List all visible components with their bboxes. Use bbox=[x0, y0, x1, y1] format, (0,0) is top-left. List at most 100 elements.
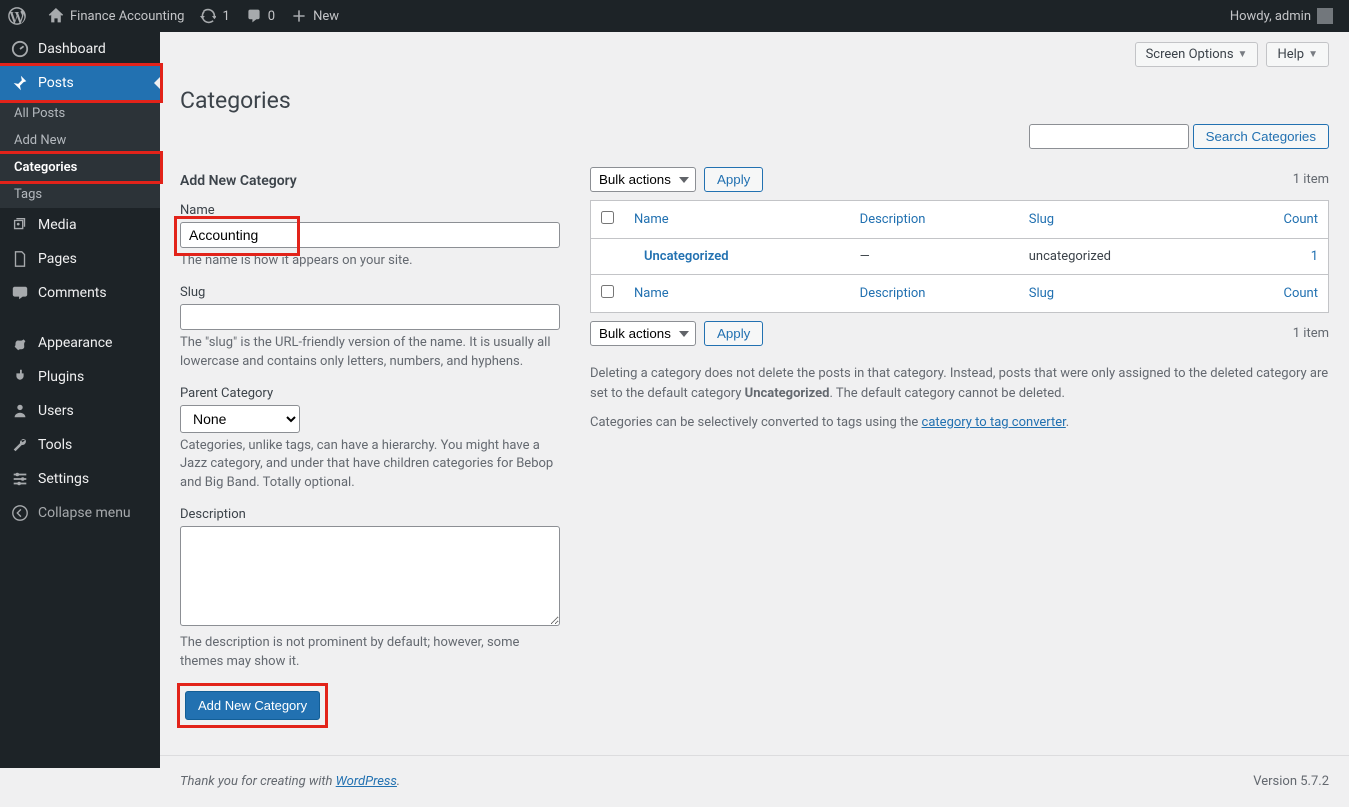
field-parent: Parent Category None Categories, unlike … bbox=[180, 386, 560, 494]
item-count-bottom: 1 item bbox=[1293, 326, 1329, 341]
menu-label: Comments bbox=[38, 285, 107, 301]
dashboard-icon bbox=[10, 40, 30, 58]
submenu-categories[interactable]: Categories bbox=[0, 154, 160, 181]
menu-label: Collapse menu bbox=[38, 505, 131, 521]
site-link[interactable]: Finance Accounting bbox=[40, 0, 192, 32]
name-input[interactable] bbox=[180, 222, 560, 248]
new-label: New bbox=[313, 9, 339, 24]
sidebar-item-appearance[interactable]: Appearance bbox=[0, 326, 160, 360]
search-input[interactable] bbox=[1029, 124, 1189, 149]
menu-label: Users bbox=[38, 403, 74, 419]
wordpress-link[interactable]: WordPress bbox=[336, 774, 397, 789]
desc-label: Description bbox=[180, 507, 560, 522]
col-name[interactable]: Name bbox=[624, 201, 850, 239]
site-name: Finance Accounting bbox=[70, 9, 184, 24]
menu-label: Posts bbox=[38, 75, 74, 91]
comments-icon bbox=[10, 284, 30, 302]
screen-options-button[interactable]: Screen Options ▼ bbox=[1135, 42, 1259, 67]
users-icon bbox=[10, 402, 30, 420]
collapse-menu[interactable]: Collapse menu bbox=[0, 496, 160, 530]
sidebar-item-settings[interactable]: Settings bbox=[0, 462, 160, 496]
screen-meta-links: Screen Options ▼ Help ▼ bbox=[180, 32, 1329, 67]
form-heading: Add New Category bbox=[180, 173, 560, 189]
item-count: 1 item bbox=[1293, 172, 1329, 187]
sidebar-item-tools[interactable]: Tools bbox=[0, 428, 160, 462]
slug-label: Slug bbox=[180, 285, 560, 300]
page-title: Categories bbox=[180, 67, 1329, 124]
bulk-actions-select[interactable]: Bulk actions bbox=[590, 167, 696, 192]
plus-icon bbox=[291, 8, 307, 24]
col-count[interactable]: Count bbox=[1220, 201, 1328, 239]
admin-menu: Dashboard Posts All Posts Add New Catego… bbox=[0, 32, 160, 768]
menu-label: Pages bbox=[38, 251, 77, 267]
col-description[interactable]: Description bbox=[850, 201, 1019, 239]
sidebar-item-posts[interactable]: Posts bbox=[0, 66, 160, 100]
field-description: Description The description is not promi… bbox=[180, 507, 560, 672]
select-all-checkbox[interactable] bbox=[601, 211, 614, 224]
tablenav-bottom: Bulk actions Apply 1 item bbox=[590, 321, 1329, 346]
apply-button[interactable]: Apply bbox=[704, 167, 763, 192]
help-label: Help bbox=[1277, 47, 1304, 62]
parent-select[interactable]: None bbox=[180, 405, 300, 433]
chevron-down-icon: ▼ bbox=[1238, 49, 1248, 60]
sidebar-item-pages[interactable]: Pages bbox=[0, 242, 160, 276]
content: Screen Options ▼ Help ▼ Categories Search … bbox=[160, 0, 1349, 807]
sidebar-item-users[interactable]: Users bbox=[0, 394, 160, 428]
parent-label: Parent Category bbox=[180, 386, 560, 401]
new-link[interactable]: New bbox=[283, 0, 347, 32]
row-name-link[interactable]: Uncategorized bbox=[644, 249, 729, 264]
col-description[interactable]: Description bbox=[850, 275, 1019, 313]
col-slug[interactable]: Slug bbox=[1019, 275, 1220, 313]
add-category-form: Add New Category Name The name is how it… bbox=[180, 159, 560, 725]
sidebar-item-media[interactable]: Media bbox=[0, 208, 160, 242]
field-slug: Slug The "slug" is the URL-friendly vers… bbox=[180, 285, 560, 372]
updates-count: 1 bbox=[222, 9, 229, 24]
plug-icon bbox=[10, 368, 30, 386]
comments-count: 0 bbox=[268, 9, 275, 24]
submenu-add-new[interactable]: Add New bbox=[0, 127, 160, 154]
apply-button-bottom[interactable]: Apply bbox=[704, 321, 763, 346]
account-link[interactable]: Howdy, admin bbox=[1222, 0, 1341, 32]
categories-table: Name Description Slug Count Uncategorize… bbox=[590, 200, 1329, 313]
help-button[interactable]: Help ▼ bbox=[1266, 42, 1329, 67]
converter-link[interactable]: category to tag converter bbox=[922, 415, 1066, 430]
slug-input[interactable] bbox=[180, 304, 560, 330]
row-count-link[interactable]: 1 bbox=[1311, 249, 1318, 264]
menu-label: Media bbox=[38, 217, 77, 233]
menu-label: Plugins bbox=[38, 369, 84, 385]
sidebar-item-comments[interactable]: Comments bbox=[0, 276, 160, 310]
screen-options-label: Screen Options bbox=[1146, 47, 1234, 62]
pages-icon bbox=[10, 250, 30, 268]
pin-icon bbox=[10, 74, 30, 92]
comments-link[interactable]: 0 bbox=[238, 0, 283, 32]
sidebar-item-plugins[interactable]: Plugins bbox=[0, 360, 160, 394]
row-description: — bbox=[850, 239, 1019, 275]
desc-help: The description is not prominent by defa… bbox=[180, 634, 560, 672]
menu-label: Dashboard bbox=[38, 41, 106, 57]
col-count[interactable]: Count bbox=[1220, 275, 1328, 313]
submenu-all-posts[interactable]: All Posts bbox=[0, 100, 160, 127]
select-all-checkbox-bottom[interactable] bbox=[601, 285, 614, 298]
parent-help: Categories, unlike tags, can have a hier… bbox=[180, 437, 560, 494]
menu-label: Appearance bbox=[38, 335, 112, 351]
table-row: Uncategorized — uncategorized 1 bbox=[591, 239, 1329, 275]
media-icon bbox=[10, 216, 30, 234]
slug-help: The "slug" is the URL-friendly version o… bbox=[180, 334, 560, 372]
desc-textarea[interactable] bbox=[180, 526, 560, 626]
name-label: Name bbox=[180, 203, 560, 218]
wrench-icon bbox=[10, 436, 30, 454]
brush-icon bbox=[10, 334, 30, 352]
submenu-tags[interactable]: Tags bbox=[0, 181, 160, 208]
col-name[interactable]: Name bbox=[624, 275, 850, 313]
wordpress-icon bbox=[8, 7, 26, 25]
search-button[interactable]: Search Categories bbox=[1193, 124, 1329, 149]
categories-list: Bulk actions Apply 1 item Name Descripti… bbox=[590, 159, 1329, 725]
submit-button[interactable]: Add New Category bbox=[185, 691, 320, 720]
updates-link[interactable]: 1 bbox=[192, 0, 237, 32]
sidebar-item-dashboard[interactable]: Dashboard bbox=[0, 32, 160, 66]
bulk-actions-select-bottom[interactable]: Bulk actions bbox=[590, 321, 696, 346]
col-slug[interactable]: Slug bbox=[1019, 201, 1220, 239]
home-icon bbox=[48, 8, 64, 24]
wp-logo[interactable] bbox=[0, 0, 40, 32]
chevron-down-icon: ▼ bbox=[1308, 49, 1318, 60]
